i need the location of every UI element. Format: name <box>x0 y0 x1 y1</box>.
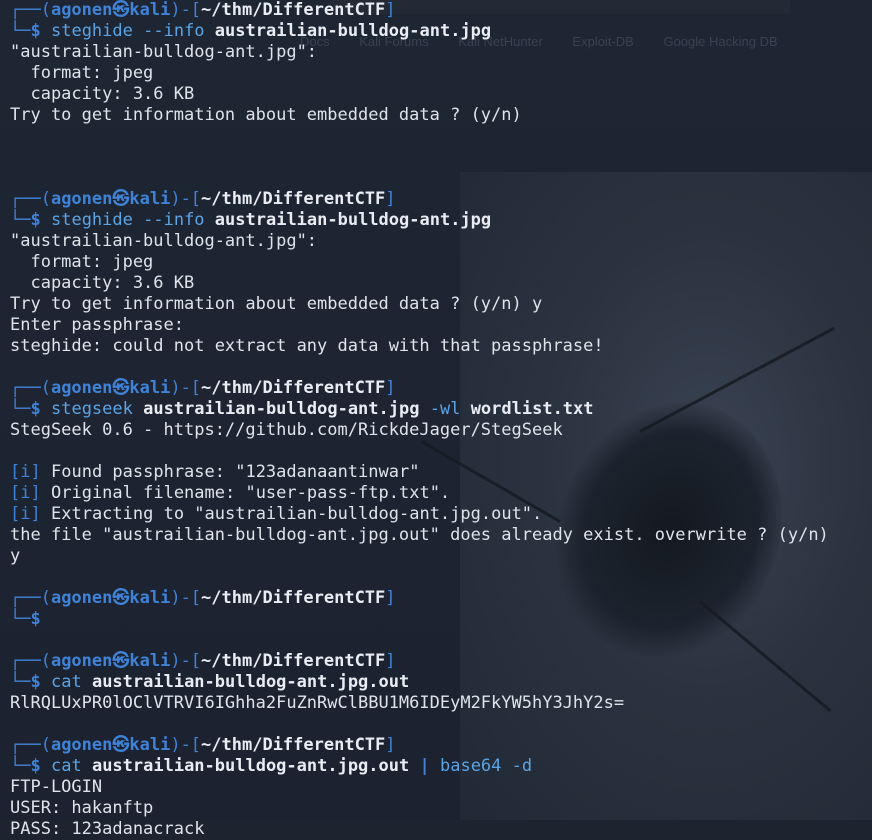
output-line: the file "austrailian-bulldog-ant.jpg.ou… <box>10 525 829 545</box>
output-line: Try to get information about embedded da… <box>10 294 543 314</box>
output-line: PASS: 123adanacrack <box>10 819 205 839</box>
command-line: └─$ stegseek austrailian-bulldog-ant.jpg… <box>10 399 594 419</box>
command-line: └─$ steghide --info austrailian-bulldog-… <box>10 21 492 41</box>
output-line: format: jpeg <box>10 252 154 272</box>
prompt-header: ┌──(agonen㉿kali)-[~/thm/DifferentCTF] <box>10 651 396 671</box>
output-line: format: jpeg <box>10 63 154 83</box>
output-line: steghide: could not extract any data wit… <box>10 336 604 356</box>
output-line: y <box>10 546 21 566</box>
output-line: "austrailian-bulldog-ant.jpg": <box>10 231 318 251</box>
prompt-header: ┌──(agonen㉿kali)-[~/thm/DifferentCTF] <box>10 735 396 755</box>
command-line: └─$ cat austrailian-bulldog-ant.jpg.out <box>10 672 410 692</box>
output-line: RlRQLUxPR0lOClVTRVI6IGhha2FuZnRwClBBU1M6… <box>10 693 625 713</box>
info-line: [i] Extracting to "austrailian-bulldog-a… <box>10 504 543 524</box>
info-line: [i] Original filename: "user-pass-ftp.tx… <box>10 483 451 503</box>
output-line: capacity: 3.6 KB <box>10 84 195 104</box>
command-line: └─$ <box>10 609 41 629</box>
output-line: capacity: 3.6 KB <box>10 273 195 293</box>
output-line: "austrailian-bulldog-ant.jpg": <box>10 42 318 62</box>
info-line: [i] Found passphrase: "123adanaantinwar" <box>10 462 420 482</box>
terminal-output[interactable]: ┌──(agonen㉿kali)-[~/thm/DifferentCTF] └─… <box>10 0 870 840</box>
output-line: FTP-LOGIN <box>10 777 103 797</box>
output-line: Enter passphrase: <box>10 315 184 335</box>
output-line: Try to get information about embedded da… <box>10 105 522 125</box>
output-line: StegSeek 0.6 - https://github.com/Rickde… <box>10 420 563 440</box>
output-line: USER: hakanftp <box>10 798 154 818</box>
prompt-header: ┌──(agonen㉿kali)-[~/thm/DifferentCTF] <box>10 189 396 209</box>
command-line: └─$ steghide --info austrailian-bulldog-… <box>10 210 492 230</box>
prompt-header: ┌──(agonen㉿kali)-[~/thm/DifferentCTF] <box>10 0 396 20</box>
prompt-header: ┌──(agonen㉿kali)-[~/thm/DifferentCTF] <box>10 588 396 608</box>
command-line: └─$ cat austrailian-bulldog-ant.jpg.out … <box>10 756 533 776</box>
prompt-header: ┌──(agonen㉿kali)-[~/thm/DifferentCTF] <box>10 378 396 398</box>
